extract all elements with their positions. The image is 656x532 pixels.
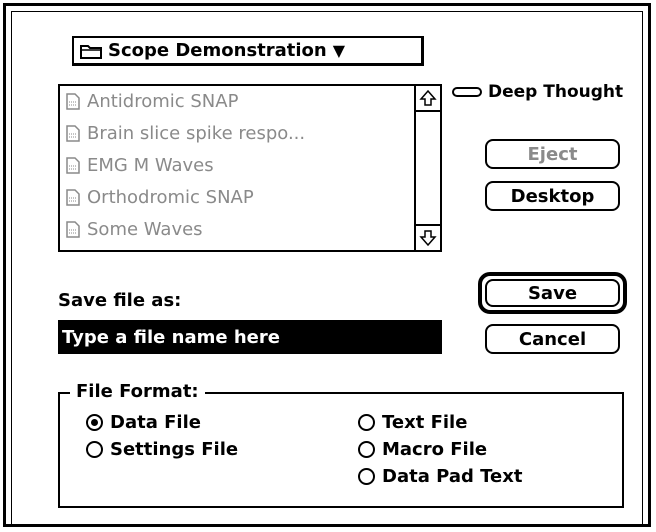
scroll-up-arrow-icon[interactable]	[416, 86, 440, 112]
document-icon	[66, 220, 80, 238]
list-item[interactable]: EMG M Waves	[66, 152, 214, 178]
list-item[interactable]: Orthodromic SNAP	[66, 184, 254, 210]
filename-input[interactable]: Type a file name here	[58, 320, 442, 354]
file-name: EMG M Waves	[87, 154, 214, 176]
radio-macro-file[interactable]: Macro File	[358, 439, 487, 460]
chevron-down-icon: ▼	[332, 41, 346, 60]
radio-unselected-icon	[358, 414, 375, 431]
cancel-button[interactable]: Cancel	[485, 324, 620, 354]
list-item[interactable]: Some Waves	[66, 216, 203, 242]
volume-indicator: Deep Thought	[452, 82, 623, 102]
file-name: Brain slice spike respo...	[87, 122, 306, 144]
radio-settings-file[interactable]: Settings File	[86, 439, 238, 460]
radio-label: Macro File	[382, 439, 488, 460]
save-button[interactable]: Save	[485, 279, 620, 307]
radio-label: Data Pad Text	[382, 466, 523, 487]
file-name: Orthodromic SNAP	[87, 186, 254, 208]
volume-name: Deep Thought	[488, 82, 624, 102]
document-icon	[66, 188, 80, 206]
radio-unselected-icon	[86, 441, 103, 458]
file-list-scrollbar[interactable]	[414, 86, 440, 250]
file-list[interactable]: Antidromic SNAP Brain slice spike respo.…	[58, 84, 442, 252]
document-icon	[66, 92, 80, 110]
file-name: Antidromic SNAP	[87, 90, 239, 112]
document-icon	[66, 156, 80, 174]
desktop-button[interactable]: Desktop	[485, 181, 620, 211]
save-as-label: Save file as:	[58, 290, 182, 311]
list-item[interactable]: Brain slice spike respo...	[66, 120, 305, 146]
list-item[interactable]: Antidromic SNAP	[66, 88, 238, 114]
file-name: Some Waves	[87, 218, 203, 240]
radio-data-file[interactable]: Data File	[86, 412, 201, 433]
radio-unselected-icon	[358, 468, 375, 485]
folder-popup-menu[interactable]: Scope Demonstration ▼	[72, 36, 424, 66]
file-format-title: File Format:	[70, 381, 205, 402]
radio-label: Text File	[382, 412, 468, 433]
file-list-items: Antidromic SNAP Brain slice spike respo.…	[60, 86, 416, 250]
disk-icon	[452, 87, 482, 97]
radio-data-pad-text[interactable]: Data Pad Text	[358, 466, 522, 487]
folder-icon	[80, 44, 102, 59]
radio-label: Settings File	[110, 439, 239, 460]
radio-label: Data File	[110, 412, 201, 433]
radio-unselected-icon	[358, 441, 375, 458]
radio-text-file[interactable]: Text File	[358, 412, 467, 433]
document-icon	[66, 124, 80, 142]
radio-selected-icon	[86, 414, 103, 431]
scroll-down-arrow-icon[interactable]	[416, 224, 440, 250]
folder-popup-label: Scope Demonstration	[108, 40, 327, 61]
eject-button[interactable]: Eject	[485, 139, 620, 169]
